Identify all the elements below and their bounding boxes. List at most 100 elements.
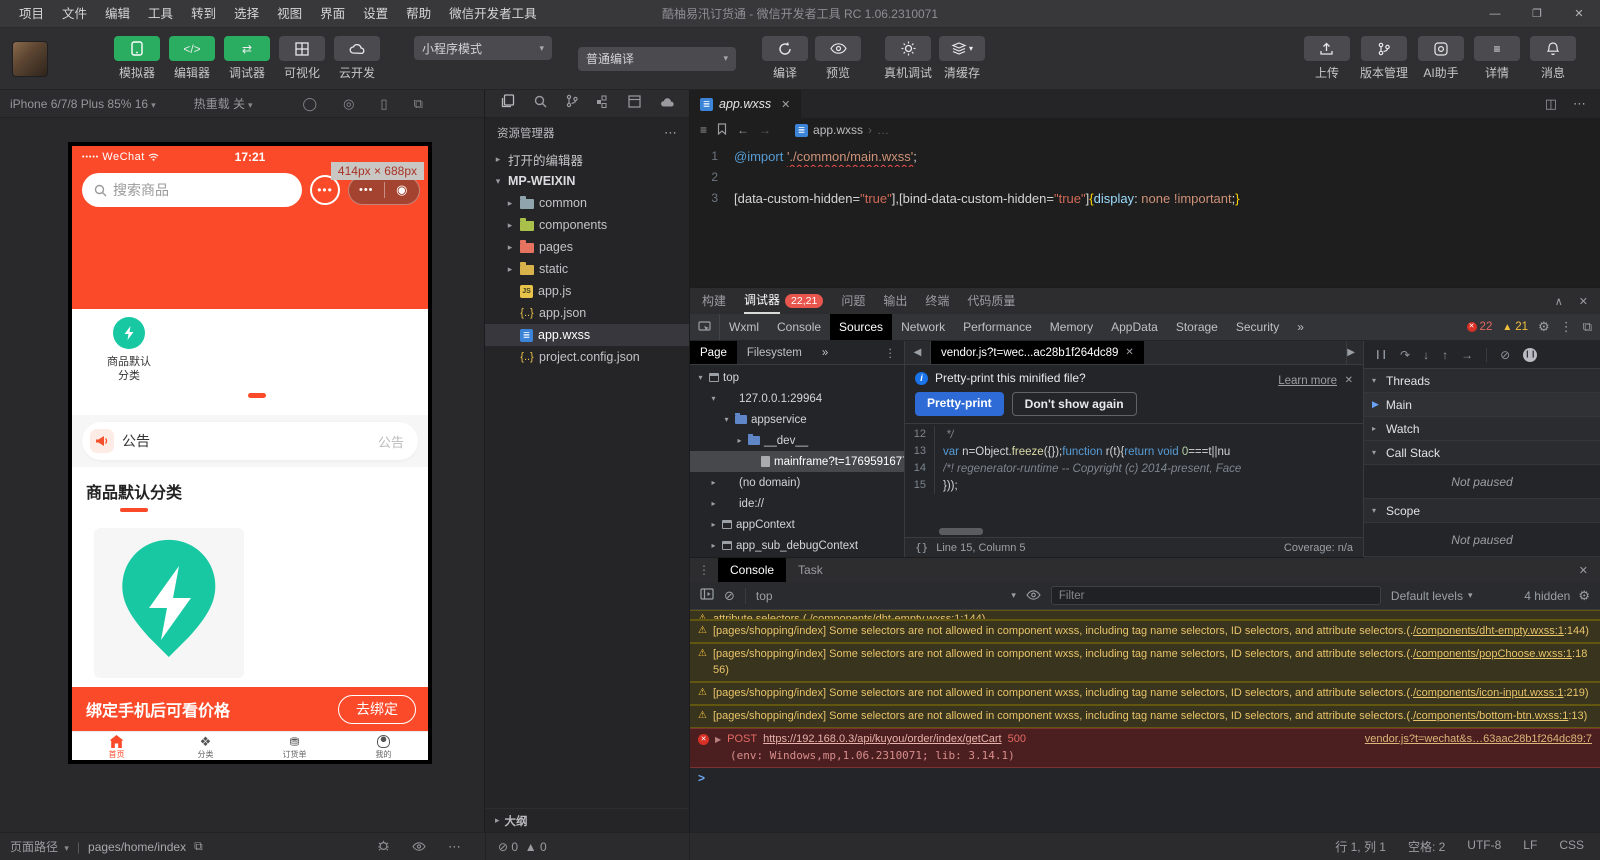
navigator-tab[interactable]: Page [690, 341, 737, 364]
wxss-file-link[interactable]: /components/icon-input.wxss:1 [1413, 687, 1563, 699]
close-button[interactable]: ✕ [1558, 0, 1600, 28]
tab-item[interactable]: 首页 [72, 732, 161, 760]
debug-bug-icon[interactable] [377, 839, 390, 855]
problems-indicator[interactable]: ⊘ 0 ▲ 0 [498, 840, 547, 854]
debug-section-row[interactable]: ▸ Watch [1364, 417, 1600, 441]
devtools-tab[interactable]: Sources [830, 314, 893, 340]
menu-item[interactable]: 编辑 [96, 0, 139, 28]
tree-item[interactable]: {..} app.json [485, 302, 689, 324]
source-tree-item[interactable]: mainframe?t=1769591677 [690, 451, 904, 472]
editor-button[interactable]: </> 编辑器 [169, 36, 215, 81]
git-branch-icon[interactable] [566, 94, 578, 113]
announcement-bar[interactable]: 公告 公告 [82, 422, 418, 460]
devtools-tab[interactable]: AppData [1102, 314, 1167, 340]
navigator-tab[interactable]: Filesystem [737, 341, 812, 364]
cloud-icon[interactable] [660, 95, 675, 113]
context-selector[interactable]: top ▾ [756, 589, 1016, 603]
source-tree-item[interactable]: ▸ (no domain) [690, 472, 904, 493]
menu-item[interactable]: 帮助 [397, 0, 440, 28]
console-error-row[interactable]: ✕ ▶ POST https://192.168.0.3/api/kuyou/o… [690, 728, 1600, 768]
panel-tab[interactable]: 终端 [925, 288, 949, 314]
capsule-more-button[interactable]: ••• [349, 184, 384, 196]
category-image[interactable] [94, 528, 244, 678]
source-file-tab[interactable]: vendor.js?t=wec...ac28b1f264dc89 ✕ [931, 341, 1144, 364]
console-warning-row[interactable]: ⚠ [pages/shopping/index] Some selectors … [690, 643, 1600, 682]
ai-assistant-button[interactable]: AI助手 [1418, 36, 1464, 81]
category-shortcut[interactable]: 商品默认 分类 [86, 317, 172, 383]
clear-console-icon[interactable]: ⊘ [724, 588, 735, 604]
search-input[interactable]: 搜索商品 [82, 173, 302, 207]
source-tree-item[interactable]: ▾ 127.0.0.1:29964 [690, 388, 904, 409]
outline-list-icon[interactable]: ≡ [700, 123, 707, 137]
language-indicator[interactable]: CSS [1559, 838, 1584, 855]
cloud-dev-button[interactable]: 云开发 [334, 36, 380, 81]
expand-icon[interactable]: ▶ [715, 732, 721, 748]
console-sidebar-icon[interactable] [700, 588, 714, 603]
pause-on-exceptions-icon[interactable]: ❙❙ [1523, 347, 1538, 362]
warning-count[interactable]: ▲ 21 [1502, 321, 1528, 333]
error-count[interactable]: ✕ 22 [1466, 321, 1492, 333]
avatar[interactable] [12, 40, 48, 77]
open-editors-section[interactable]: ▸ 打开的编辑器 [485, 148, 689, 170]
tree-item[interactable]: {..} project.config.json [485, 346, 689, 368]
outline-section[interactable]: ▸ 大纲 [485, 808, 689, 832]
editor-more-icon[interactable]: ⋯ [1573, 96, 1586, 112]
learn-more-link[interactable]: Learn more [1278, 375, 1337, 387]
devtools-more-icon[interactable]: ⋮ [1560, 319, 1573, 335]
version-control-button[interactable]: 版本管理 [1360, 36, 1408, 81]
source-tree-item[interactable]: ▸ app_sub_debugContext [690, 535, 904, 556]
tree-item[interactable]: JS app.js [485, 280, 689, 302]
wxss-file-link[interactable]: /components/dht-empty.wxss:1 [1413, 625, 1564, 637]
devtools-tab[interactable]: Wxml [720, 314, 768, 340]
panel-tab[interactable]: 构建 [702, 288, 726, 314]
menu-item[interactable]: 界面 [311, 0, 354, 28]
compile-button[interactable]: 编译 [762, 36, 808, 81]
menu-item[interactable]: 选择 [225, 0, 268, 28]
npm-icon[interactable] [628, 94, 641, 113]
source-tree-item[interactable]: ▸ appContext [690, 514, 904, 535]
devtools-tab[interactable]: Memory [1041, 314, 1102, 340]
stop-icon[interactable]: ◎ [343, 96, 354, 112]
log-levels-dropdown[interactable]: Default levels ▾ [1391, 589, 1473, 603]
step-over-icon[interactable]: ↷ [1400, 348, 1410, 362]
device-selector[interactable]: iPhone 6/7/8 Plus 85% 16 ▾ [0, 97, 162, 111]
console-warning-row[interactable]: ⚠ [pages/shopping/index] Some selectors … [690, 682, 1600, 705]
mode-dropdown[interactable]: 小程序模式 ▾ [414, 36, 552, 60]
debug-section-row[interactable]: ▾ Threads [1364, 369, 1600, 393]
indentation-indicator[interactable]: 空格: 2 [1408, 838, 1445, 855]
horizontal-scrollbar[interactable] [939, 528, 983, 535]
go-bind-button[interactable]: 去绑定 [338, 694, 416, 724]
search-icon[interactable] [534, 95, 547, 113]
tabs-prev-icon[interactable]: ◀ [905, 341, 931, 364]
multi-window-icon[interactable]: ⧉ [414, 96, 423, 112]
hot-reload-toggle[interactable]: 热重载 关 ▾ [188, 95, 259, 112]
braces-icon[interactable]: {} [915, 541, 928, 554]
split-editor-icon[interactable]: ◫ [1545, 96, 1557, 112]
console-prompt[interactable]: > [690, 768, 1600, 788]
code-content[interactable]: 1 @import './common/main.wxss'; 2 3 [dat… [690, 142, 1600, 287]
minimize-button[interactable]: — [1474, 0, 1516, 28]
close-tab-icon[interactable]: ✕ [781, 98, 790, 111]
details-button[interactable]: ≡ 详情 [1474, 36, 1520, 81]
pretty-print-button[interactable]: Pretty-print [915, 392, 1004, 416]
wxss-file-link[interactable]: /components/bottom-btn.wxss:1 [1413, 710, 1568, 722]
debug-section-row[interactable]: Main [1364, 393, 1600, 417]
breadcrumb[interactable]: ≣ app.wxss › … [795, 123, 889, 137]
deactivate-breakpoints-icon[interactable]: ⊘ [1500, 348, 1510, 362]
inspect-element-icon[interactable] [690, 314, 720, 340]
tab-item[interactable]: 订货单 [250, 732, 339, 760]
panel-tab[interactable]: 代码质量 [967, 288, 1015, 314]
device-frame-icon[interactable]: ▯ [380, 96, 387, 112]
editor-tab-app-wxss[interactable]: ≣ app.wxss ✕ [690, 90, 802, 118]
debug-section-row[interactable]: Not paused [1364, 465, 1600, 499]
devtools-settings-icon[interactable]: ⚙ [1538, 319, 1550, 335]
nav-back-icon[interactable]: ← [737, 123, 749, 137]
debug-section-row[interactable]: ▾ Scope [1364, 499, 1600, 523]
menu-item[interactable]: 转到 [182, 0, 225, 28]
debugger-button[interactable]: ⇄ 调试器 [224, 36, 270, 81]
bookmark-icon[interactable] [717, 122, 727, 138]
console-warning-row[interactable]: ⚠ [pages/shopping/index] Some selectors … [690, 620, 1600, 643]
panel-tab[interactable]: 输出 [883, 288, 907, 314]
simulator-button[interactable]: 模拟器 [114, 36, 160, 81]
error-source-link[interactable]: vendor.js?t=wechat&s…63aac28b1f264dc89:7 [1365, 731, 1592, 747]
